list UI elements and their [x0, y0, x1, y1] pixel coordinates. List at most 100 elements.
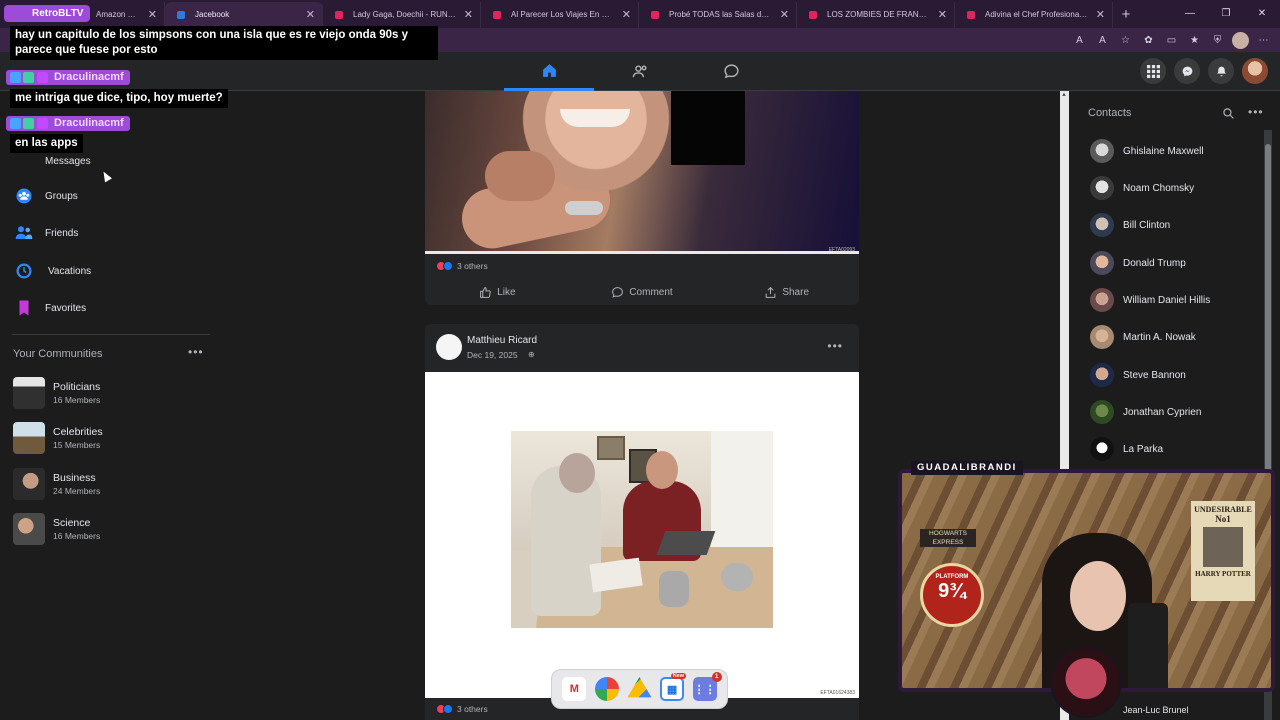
contact-name: Jonathan Cyprien [1123, 406, 1202, 418]
photo-door [711, 431, 773, 551]
chat-message: me intriga que dice, tipo, hoy muerte? [10, 89, 228, 108]
contact-item[interactable]: Steve Bannon [1090, 362, 1186, 388]
favorite-star-icon[interactable]: ☆ [1117, 32, 1134, 49]
youtube-favicon-icon [651, 11, 659, 19]
post-media[interactable]: EFTA01624383 [425, 372, 859, 698]
like-reaction-icon [443, 704, 453, 714]
minimize-icon[interactable]: — [1172, 0, 1208, 28]
like-button[interactable]: Like [425, 282, 570, 302]
post-photo[interactable]: EFTA02093 [425, 91, 859, 254]
contact-avatar [1090, 325, 1114, 349]
tab-chef[interactable]: Adivina el Chef Profesional - YouT ✕ [955, 2, 1113, 28]
community-politicians[interactable]: Politicians 16 Members [13, 376, 100, 410]
youtube-favicon-icon [809, 11, 817, 19]
calendar-icon[interactable]: ▦ New [660, 673, 687, 701]
close-tab-icon[interactable]: ✕ [306, 2, 315, 28]
photo-border [425, 251, 859, 254]
contacts-title: Contacts [1088, 107, 1132, 119]
extensions-icon[interactable]: ✿ [1140, 32, 1157, 49]
favorites-icon[interactable]: ★ [1186, 32, 1203, 49]
post-date[interactable]: Dec 19, 2025 [467, 350, 518, 360]
contact-item[interactable]: Martin A. Nowak [1090, 324, 1196, 350]
messages-tab[interactable] [686, 52, 776, 91]
close-tab-icon[interactable]: ✕ [1096, 2, 1105, 28]
close-tab-icon[interactable]: ✕ [464, 2, 473, 28]
bookmark-icon [14, 298, 34, 318]
maximize-icon[interactable]: ❐ [1208, 0, 1244, 28]
share-button[interactable]: Share [714, 282, 859, 302]
sidebar-item-messages[interactable]: Messages [45, 150, 91, 172]
tab-label: Lady Gaga, Doechii - RUNWAY (Of [353, 10, 479, 19]
contact-item[interactable]: Bill Clinton [1090, 212, 1170, 238]
reactions-summary[interactable]: 3 others [436, 261, 488, 271]
left-sidebar: Messages Groups Friends Vacations Favori… [0, 91, 220, 720]
scroll-up-icon[interactable]: ▲ [1061, 92, 1067, 98]
menu-grid-button[interactable] [1140, 58, 1166, 84]
reactions-summary[interactable]: 3 others [436, 704, 488, 714]
contact-item[interactable]: Jonathan Cyprien [1090, 399, 1201, 425]
split-screen-icon[interactable]: ▭ [1163, 32, 1180, 49]
contact-name: Ghislaine Maxwell [1123, 145, 1204, 157]
chat-badge-icon [23, 72, 34, 83]
contact-item[interactable]: Noam Chomsky [1090, 175, 1194, 201]
tab-runway[interactable]: Lady Gaga, Doechii - RUNWAY (Of ✕ [323, 2, 481, 28]
search-contacts-button[interactable] [1222, 107, 1235, 125]
close-tab-icon[interactable]: ✕ [938, 2, 947, 28]
new-tab-button[interactable]: + [1113, 2, 1139, 28]
tab-zombies[interactable]: LOS ZOMBIES DE FRANKFURT (JAP ✕ [797, 2, 955, 28]
gmail-icon[interactable]: M [562, 677, 587, 701]
photos-icon[interactable] [594, 677, 619, 701]
sidebar-item-favorites[interactable]: Favorites [14, 297, 86, 319]
translate-icon[interactable]: A [1071, 32, 1088, 49]
browser-menu-icon[interactable]: ⋯ [1255, 32, 1272, 49]
profile-avatar[interactable] [1232, 31, 1249, 49]
home-tab[interactable] [504, 52, 594, 91]
chat-username: Draculinacmf [6, 70, 130, 85]
contact-item[interactable]: Donald Trump [1090, 250, 1186, 276]
post-author[interactable]: Matthieu Ricard [467, 335, 537, 346]
browser-essentials-icon[interactable]: ⛨ [1209, 32, 1226, 49]
account-avatar[interactable] [1242, 58, 1268, 84]
communities-more-icon[interactable]: ••• [188, 345, 204, 359]
chat-message: en las apps [10, 134, 83, 153]
sidebar-item-vacations[interactable]: Vacations [14, 260, 91, 282]
friends-tab[interactable] [595, 52, 685, 91]
community-name: Celebrities [53, 426, 103, 438]
close-tab-icon[interactable]: ✕ [148, 2, 157, 28]
photo-hand [485, 151, 555, 201]
author-avatar[interactable] [436, 334, 462, 360]
friends-icon [14, 223, 34, 243]
community-business[interactable]: Business 24 Members [13, 467, 100, 501]
tab-cine[interactable]: Probé TODAS las Salas de Cine en ✕ [639, 2, 797, 28]
comment-icon [612, 286, 624, 298]
messenger-icon [1182, 66, 1192, 76]
drive-icon[interactable] [627, 677, 652, 698]
people-icon [632, 65, 647, 78]
grid-icon [1146, 64, 1160, 78]
sidebar-item-friends[interactable]: Friends [14, 222, 78, 244]
bell-icon [1216, 66, 1226, 76]
close-tab-icon[interactable]: ✕ [780, 2, 789, 28]
notifications-button[interactable] [1208, 58, 1234, 84]
contact-item[interactable]: Ghislaine Maxwell [1090, 138, 1204, 164]
messenger-button[interactable] [1174, 58, 1200, 84]
contact-avatar [1090, 363, 1114, 387]
close-tab-icon[interactable]: ✕ [622, 2, 631, 28]
contact-item[interactable]: William Daniel Hillis [1090, 287, 1210, 313]
contact-item[interactable]: La Parka [1090, 436, 1163, 462]
search-icon [1223, 108, 1234, 119]
comment-button[interactable]: Comment [570, 282, 715, 302]
post-more-icon[interactable]: ••• [827, 339, 843, 353]
post-photo[interactable] [511, 431, 773, 628]
sidebar-item-groups[interactable]: Groups [14, 185, 78, 207]
community-celebrities[interactable]: Celebrities 15 Members [13, 421, 103, 455]
close-window-icon[interactable]: ✕ [1244, 0, 1280, 28]
community-science[interactable]: Science 16 Members [13, 512, 100, 546]
tab-viajes[interactable]: Al Parecer Los Viajes En El Tiempo ✕ [481, 2, 639, 28]
read-aloud-icon[interactable]: A [1094, 32, 1111, 49]
communities-header: Your Communities [13, 348, 103, 360]
apps-grid-icon[interactable]: ⋮⋮ 1 [692, 672, 722, 701]
tab-jacebook[interactable]: Jacebook ✕ [165, 2, 323, 28]
streamer-name-label: GUADALIBRANDI [911, 461, 1023, 475]
contacts-more-icon[interactable]: ••• [1248, 105, 1264, 119]
